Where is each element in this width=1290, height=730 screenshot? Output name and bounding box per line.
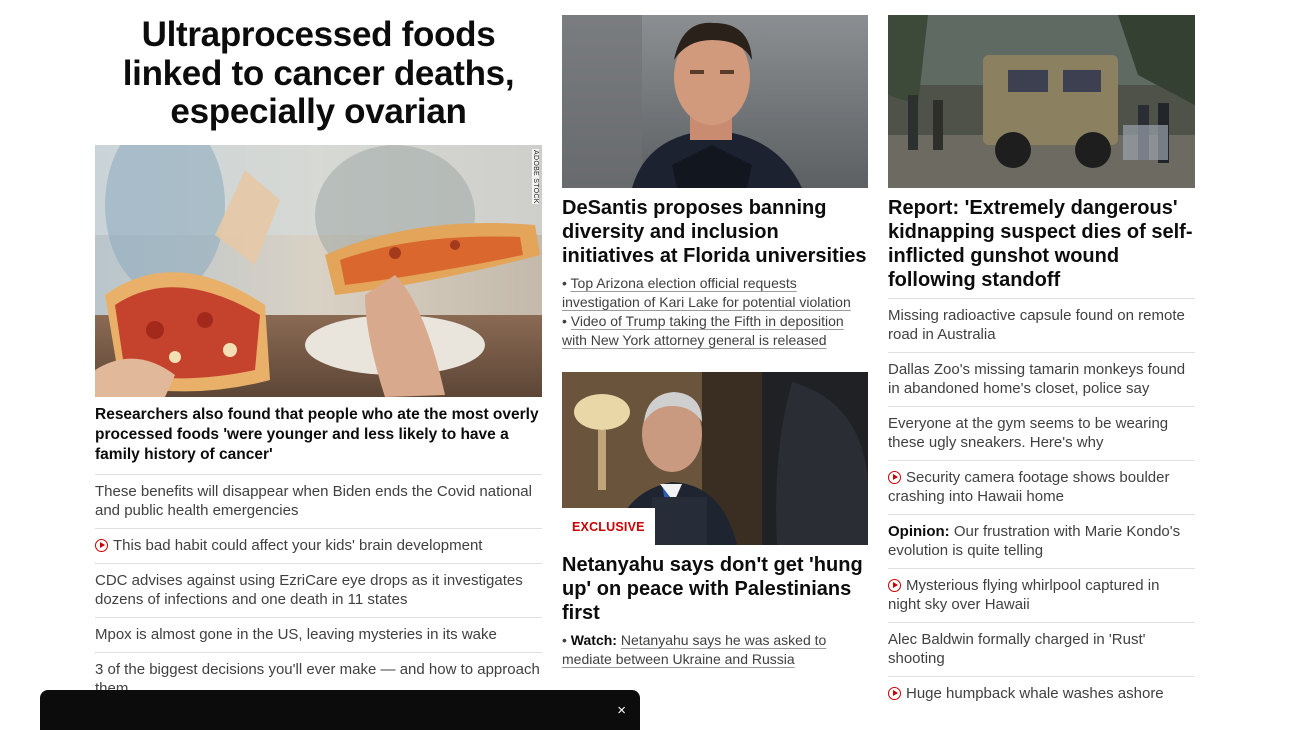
list-item-link[interactable]: This bad habit could affect your kids' b…: [113, 537, 482, 554]
list-item-link[interactable]: Everyone at the gym seems to be wearing …: [888, 415, 1168, 451]
standoff-headline: Report: 'Extremely dangerous' kidnapping…: [888, 197, 1193, 291]
right-story-column: Report: 'Extremely dangerous' kidnapping…: [888, 0, 1195, 711]
hero-headline: Ultraprocessed foods linked to cancer de…: [122, 15, 515, 131]
right-headline-list: Missing radioactive capsule found on rem…: [888, 298, 1195, 711]
list-item-link[interactable]: Mpox is almost gone in the US, leaving m…: [95, 626, 497, 643]
desantis-related-links: • Top Arizona election official requests…: [562, 274, 868, 350]
list-item[interactable]: These benefits will disappear when Biden…: [95, 473, 542, 528]
exclusive-badge: EXCLUSIVE: [562, 508, 655, 545]
netanyahu-headline: Netanyahu says don't get 'hung up' on pe…: [562, 554, 863, 624]
list-item-link[interactable]: Mysterious flying whirlpool captured in …: [888, 577, 1159, 613]
list-item[interactable]: Opinion: Our frustration with Marie Kond…: [888, 514, 1195, 568]
list-item[interactable]: This bad habit could affect your kids' b…: [95, 527, 542, 563]
lead-story-column: Ultraprocessed foods linked to cancer de…: [95, 0, 542, 706]
video-play-icon: [888, 471, 901, 484]
list-item-link[interactable]: Dallas Zoo's missing tamarin monkeys fou…: [888, 361, 1185, 397]
list-item[interactable]: Huge humpback whale washes ashore: [888, 676, 1195, 711]
video-play-icon: [888, 579, 901, 592]
standoff-image-link[interactable]: [888, 15, 1195, 188]
list-item[interactable]: Missing radioactive capsule found on rem…: [888, 298, 1195, 352]
hero-lead-link[interactable]: Researchers also found that people who a…: [95, 405, 542, 465]
related-link-item: • Watch: Netanyahu says he was asked to …: [562, 631, 868, 669]
list-item[interactable]: Mysterious flying whirlpool captured in …: [888, 568, 1195, 622]
desantis-headline: DeSantis proposes banning diversity and …: [562, 197, 867, 267]
desantis-image-link[interactable]: [562, 15, 868, 188]
video-play-icon: [888, 687, 901, 700]
netanyahu-image-link[interactable]: EXCLUSIVE: [562, 372, 868, 545]
list-item-link[interactable]: Alec Baldwin formally charged in 'Rust' …: [888, 631, 1146, 667]
bullet: •: [562, 313, 567, 329]
bullet: •: [562, 275, 567, 291]
list-item-link[interactable]: Missing radioactive capsule found on rem…: [888, 307, 1185, 343]
bullet: •: [562, 632, 567, 648]
opinion-label: Opinion:: [888, 523, 950, 540]
left-headline-list: These benefits will disappear when Biden…: [95, 473, 542, 706]
hero-lead-text: Researchers also found that people who a…: [95, 405, 539, 463]
related-link[interactable]: Top Arizona election official requests i…: [562, 275, 851, 310]
video-play-icon: [95, 538, 108, 552]
related-link[interactable]: Video of Trump taking the Fifth in depos…: [562, 313, 844, 348]
close-icon[interactable]: ×: [617, 703, 626, 718]
list-item[interactable]: CDC advises against using EzriCare eye d…: [95, 562, 542, 617]
hero-image-pizza: [95, 144, 542, 397]
list-item[interactable]: Mpox is almost gone in the US, leaving m…: [95, 616, 542, 652]
middle-story-column: DeSantis proposes banning diversity and …: [562, 0, 868, 669]
hero-image-link[interactable]: ADOBE STOCK: [95, 144, 542, 397]
related-link-item: • Video of Trump taking the Fifth in dep…: [562, 312, 868, 350]
sticky-video-bar: ×: [40, 690, 640, 730]
list-item[interactable]: Dallas Zoo's missing tamarin monkeys fou…: [888, 352, 1195, 406]
list-item-link[interactable]: CDC advises against using EzriCare eye d…: [95, 572, 523, 608]
desantis-headline-link[interactable]: DeSantis proposes banning diversity and …: [562, 196, 868, 268]
watch-label: Watch:: [570, 632, 617, 648]
list-item[interactable]: Security camera footage shows boulder cr…: [888, 460, 1195, 514]
image-credit: ADOBE STOCK: [532, 148, 539, 205]
standoff-headline-link[interactable]: Report: 'Extremely dangerous' kidnapping…: [888, 196, 1195, 292]
list-item-link[interactable]: Huge humpback whale washes ashore: [906, 685, 1164, 702]
desantis-photo: [562, 15, 868, 188]
list-item[interactable]: Alec Baldwin formally charged in 'Rust' …: [888, 622, 1195, 676]
list-item-link[interactable]: These benefits will disappear when Biden…: [95, 483, 532, 519]
list-item[interactable]: Everyone at the gym seems to be wearing …: [888, 406, 1195, 460]
hero-headline-link[interactable]: Ultraprocessed foods linked to cancer de…: [95, 15, 542, 132]
standoff-photo: [888, 15, 1195, 188]
netanyahu-headline-link[interactable]: Netanyahu says don't get 'hung up' on pe…: [562, 553, 868, 625]
netanyahu-related-links: • Watch: Netanyahu says he was asked to …: [562, 631, 868, 669]
list-item-link[interactable]: Security camera footage shows boulder cr…: [888, 469, 1169, 505]
related-link-item: • Top Arizona election official requests…: [562, 274, 868, 312]
